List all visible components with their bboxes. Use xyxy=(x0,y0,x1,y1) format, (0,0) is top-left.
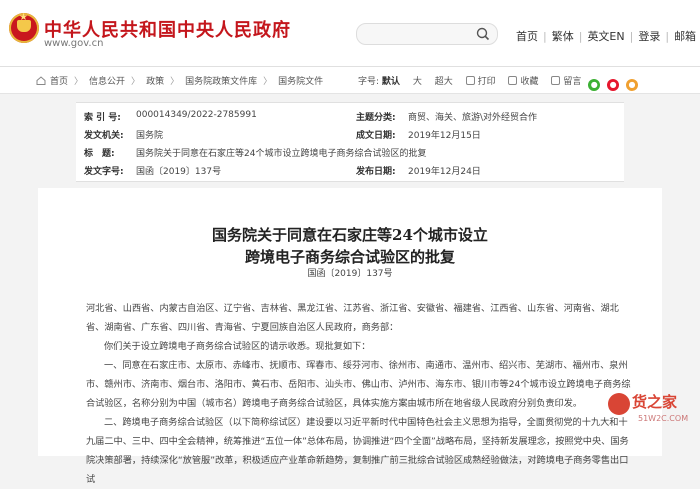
paragraph-item-1: 一、同意在石家庄市、太原市、赤峰市、抚顺市、珲春市、绥芬河市、徐州市、南通市、温… xyxy=(86,360,631,409)
document-body: 国务院关于同意在石家庄等24个城市设立 跨境电子商务综合试验区的批复 国函〔20… xyxy=(38,188,662,485)
message-icon xyxy=(551,76,561,85)
home-icon xyxy=(36,76,46,85)
search-input[interactable] xyxy=(356,23,498,45)
publish-date-label: 发布日期: xyxy=(356,167,396,177)
paragraph-item-2: 二、跨境电子商务综合试验区（以下简称综试区）建设要以习近平新时代中国特色社会主义… xyxy=(86,417,629,485)
nav-divider: | xyxy=(543,30,547,43)
metadata-row: 发文字号: 国函〔2019〕137号 发布日期: 2019年12月24日 xyxy=(76,161,624,180)
search-icon[interactable] xyxy=(475,26,491,42)
chevron-right-icon: 〉 xyxy=(74,77,84,87)
favorite-tool[interactable]: 收藏 xyxy=(508,76,539,87)
font-size-xlarge[interactable]: 超大 xyxy=(435,77,453,87)
topic-value: 商贸、海关、旅游\对外经贸合作 xyxy=(408,113,538,123)
nav-english[interactable]: 英文EN xyxy=(587,28,624,44)
chevron-right-icon: 〉 xyxy=(131,77,141,87)
print-tool[interactable]: 打印 xyxy=(465,76,496,87)
document-metadata-table: 索 引 号: 000014349/2022-2785991 主题分类: 商贸、海… xyxy=(76,102,624,182)
font-size-default[interactable]: 默认 xyxy=(382,77,400,87)
top-nav: 首页 | 繁体 | 英文EN | 登录 | 邮箱 xyxy=(516,28,696,44)
chevron-right-icon: 〉 xyxy=(263,77,273,87)
breadcrumb: 首页〉信息公开〉政策〉国务院政策文件库〉国务院文件 xyxy=(36,74,323,87)
print-label: 打印 xyxy=(477,77,496,87)
breadcrumb-bar: 首页〉信息公开〉政策〉国务院政策文件库〉国务院文件 字号: 默认 大 超大 打印… xyxy=(0,67,700,94)
message-label: 留言 xyxy=(563,77,582,87)
nav-divider: | xyxy=(665,30,670,43)
font-size-label: 字号: xyxy=(358,77,380,87)
watermark-logo-icon xyxy=(608,393,630,415)
doc-number-label: 发文字号: xyxy=(84,167,124,177)
title-label: 标 题: xyxy=(84,149,115,159)
national-emblem-icon xyxy=(9,12,39,43)
document-title-line-2: 跨境电子商务综合试验区的批复 xyxy=(244,248,455,266)
doc-number-value: 国函〔2019〕137号 xyxy=(136,167,222,177)
nav-login[interactable]: 登录 xyxy=(638,28,660,44)
index-label: 索 引 号: xyxy=(84,113,121,123)
star-icon xyxy=(508,76,518,85)
index-value: 000014349/2022-2785991 xyxy=(136,110,257,120)
site-url: www.gov.cn xyxy=(44,38,104,49)
document-number: 国函〔2019〕137号 xyxy=(307,269,393,279)
page-tools: 字号: 默认 大 超大 打印 收藏 留言 ● ● ● xyxy=(358,74,639,91)
wechat-share-icon[interactable]: ● xyxy=(588,79,601,91)
qzone-share-icon[interactable]: ● xyxy=(626,79,639,91)
nav-mail[interactable]: 邮箱 xyxy=(674,28,696,44)
watermark: 货之家 51W2C.COM xyxy=(608,391,696,431)
document-text: 河北省、山西省、内蒙古自治区、辽宁省、吉林省、黑龙江省、江苏省、浙江省、安徽省、… xyxy=(86,299,632,489)
breadcrumb-policy[interactable]: 政策 xyxy=(146,77,164,87)
site-header: 中华人民共和国中央人民政府 www.gov.cn 首页|繁体|英文EN|登录|邮… xyxy=(0,0,700,67)
topic-label: 主题分类: xyxy=(356,113,396,123)
issuer-value: 国务院 xyxy=(136,131,164,141)
nav-divider: | xyxy=(629,30,634,43)
paragraph-recipients: 河北省、山西省、内蒙古自治区、辽宁省、吉林省、黑龙江省、江苏省、浙江省、安徽省、… xyxy=(86,303,619,333)
document-title: 国务院关于同意在石家庄等24个城市设立 跨境电子商务综合试验区的批复 xyxy=(38,224,662,268)
font-size-large[interactable]: 大 xyxy=(413,77,422,87)
breadcrumb-disclosure[interactable]: 信息公开 xyxy=(89,77,125,87)
metadata-row: 发文机关: 国务院 成文日期: 2019年12月15日 xyxy=(76,125,624,144)
breadcrumb-home[interactable]: 首页 xyxy=(50,77,68,87)
nav-divider: | xyxy=(578,30,583,43)
metadata-row: 标 题: 国务院关于同意在石家庄等24个城市设立跨境电子商务综合试验区的批复 xyxy=(76,143,624,162)
message-tool[interactable]: 留言 xyxy=(551,76,582,87)
metadata-row: 索 引 号: 000014349/2022-2785991 主题分类: 商贸、海… xyxy=(76,107,624,126)
written-date-value: 2019年12月15日 xyxy=(408,131,481,141)
print-icon xyxy=(465,76,475,85)
nav-traditional[interactable]: 繁体 xyxy=(552,28,574,44)
watermark-text: 货之家 xyxy=(632,393,678,411)
breadcrumb-policy-library[interactable]: 国务院政策文件库 xyxy=(185,77,257,87)
written-date-label: 成文日期: xyxy=(356,131,396,141)
issuer-label: 发文机关: xyxy=(84,131,124,141)
title-value: 国务院关于同意在石家庄等24个城市设立跨境电子商务综合试验区的批复 xyxy=(136,149,427,159)
document-title-line-1: 国务院关于同意在石家庄等24个城市设立 xyxy=(212,226,488,244)
publish-date-value: 2019年12月24日 xyxy=(408,167,481,177)
breadcrumb-state-council-docs[interactable]: 国务院文件 xyxy=(278,77,323,87)
watermark-subtext: 51W2C.COM xyxy=(638,414,689,423)
nav-home[interactable]: 首页 xyxy=(516,28,538,44)
weibo-share-icon[interactable]: ● xyxy=(607,79,620,91)
chevron-right-icon: 〉 xyxy=(170,77,180,87)
paragraph-intro: 你们关于设立跨境电子商务综合试验区的请示收悉。现批复如下： xyxy=(104,341,371,352)
favorite-label: 收藏 xyxy=(520,77,539,87)
